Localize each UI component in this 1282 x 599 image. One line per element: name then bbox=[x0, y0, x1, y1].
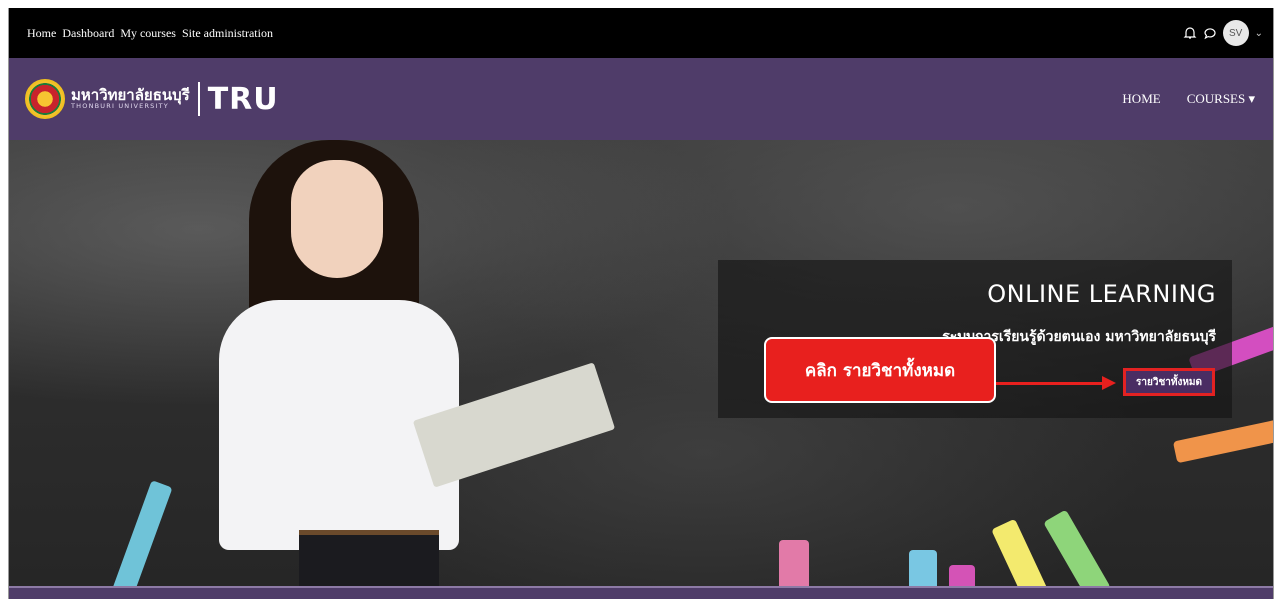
top-nav-links: Home Dashboard My courses Site administr… bbox=[27, 26, 273, 41]
chalk-stick bbox=[779, 540, 809, 586]
callout-arrow-line bbox=[996, 382, 1106, 385]
site-header: มหาวิทยาลัยธนบุรี THONBURI UNIVERSITY TR… bbox=[9, 58, 1273, 140]
hero-banner: ONLINE LEARNING ระบบการเรียนรู้ด้วยตนเอง… bbox=[9, 140, 1273, 586]
university-seal-icon bbox=[25, 79, 65, 119]
nav-link-my-courses[interactable]: My courses bbox=[120, 26, 176, 41]
student-photo bbox=[189, 140, 616, 586]
callout-arrow-icon bbox=[1102, 376, 1116, 390]
instruction-callout: คลิก รายวิชาทั้งหมด bbox=[764, 337, 996, 403]
chalk-stick bbox=[107, 480, 173, 586]
logo-divider bbox=[197, 82, 200, 116]
chalk-stick bbox=[909, 550, 937, 586]
logo-abbreviation: TRU bbox=[207, 81, 279, 117]
university-logo[interactable]: มหาวิทยาลัยธนบุรี THONBURI UNIVERSITY TR… bbox=[25, 79, 279, 119]
student-face bbox=[291, 160, 383, 278]
nav-link-site-administration[interactable]: Site administration bbox=[182, 26, 273, 41]
logo-text: มหาวิทยาลัยธนบุรี THONBURI UNIVERSITY bbox=[71, 85, 190, 111]
chalk-stick bbox=[1043, 509, 1111, 586]
chalk-stick bbox=[1172, 418, 1273, 464]
nav-link-home[interactable]: Home bbox=[27, 26, 56, 41]
chalk-stick bbox=[949, 565, 975, 586]
main-nav: HOME COURSES ▾ bbox=[1122, 91, 1255, 107]
chalk-stick bbox=[991, 518, 1053, 586]
main-nav-home[interactable]: HOME bbox=[1122, 91, 1160, 107]
chat-bubble-icon[interactable] bbox=[1203, 26, 1217, 40]
student-skirt bbox=[299, 535, 439, 586]
logo-english-name: THONBURI UNIVERSITY bbox=[71, 102, 169, 111]
hero-title: ONLINE LEARNING bbox=[987, 280, 1216, 308]
main-nav-courses-dropdown[interactable]: COURSES ▾ bbox=[1187, 91, 1255, 107]
user-avatar[interactable]: SV bbox=[1222, 20, 1249, 46]
logo-thai-name: มหาวิทยาลัยธนบุรี bbox=[71, 85, 190, 104]
bottom-bar bbox=[9, 586, 1273, 599]
all-courses-button[interactable]: รายวิชาทั้งหมด bbox=[1122, 368, 1215, 396]
bell-icon[interactable] bbox=[1183, 26, 1197, 40]
page-frame: Home Dashboard My courses Site administr… bbox=[8, 8, 1274, 599]
top-navbar: Home Dashboard My courses Site administr… bbox=[9, 8, 1273, 58]
user-tools: SV ⌄ bbox=[1183, 20, 1263, 46]
user-menu-chevron-icon[interactable]: ⌄ bbox=[1255, 28, 1263, 39]
nav-link-dashboard[interactable]: Dashboard bbox=[62, 26, 114, 41]
